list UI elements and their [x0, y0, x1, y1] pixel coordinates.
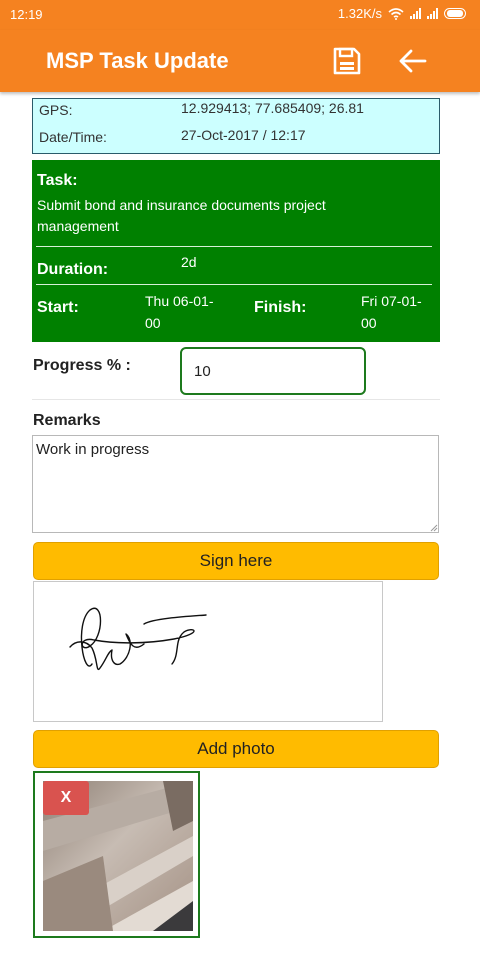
- add-photo-button[interactable]: Add photo: [33, 730, 439, 768]
- battery-icon: [444, 8, 466, 19]
- signature-stroke: [69, 607, 207, 671]
- task-divider-2: [36, 284, 432, 285]
- resize-grip-icon[interactable]: [430, 524, 438, 532]
- progress-label: Progress % :: [33, 357, 131, 374]
- datetime-label: Date/Time:: [39, 129, 107, 145]
- start-value-line1: Thu 06-01-: [145, 293, 214, 309]
- status-time: 12:19: [10, 7, 43, 22]
- task-info-panel: Task: Submit bond and insurance document…: [32, 160, 440, 342]
- task-value-line2: management: [37, 218, 119, 234]
- gps-value: 12.929413; 77.685409; 26.81: [181, 100, 364, 116]
- section-divider: [32, 399, 440, 400]
- duration-label: Duration:: [37, 261, 109, 278]
- sign-here-button[interactable]: Sign here: [33, 542, 439, 580]
- finish-label: Finish:: [254, 299, 307, 316]
- remove-photo-button[interactable]: X: [43, 781, 89, 815]
- datetime-value: 27-Oct-2017 / 12:17: [181, 127, 306, 143]
- status-bar: 12:19 1.32K/s: [0, 0, 480, 30]
- remarks-textarea[interactable]: Work in progress: [32, 435, 439, 533]
- signal-icon-2: [427, 8, 438, 19]
- duration-value: 2d: [181, 254, 197, 270]
- start-value-line2: 00: [145, 315, 161, 331]
- signature-pad[interactable]: [33, 581, 383, 722]
- gps-label: GPS:: [39, 102, 73, 118]
- arrow-left-icon[interactable]: [396, 46, 428, 76]
- app-title: MSP Task Update: [46, 48, 229, 73]
- network-speed: 1.32K/s: [337, 6, 382, 21]
- progress-input[interactable]: [180, 347, 366, 395]
- wifi-icon: [388, 7, 404, 20]
- save-icon[interactable]: [332, 46, 362, 76]
- finish-value-line2: 00: [361, 315, 377, 331]
- task-label: Task:: [37, 172, 78, 189]
- remarks-label: Remarks: [33, 412, 101, 429]
- signal-icon: [410, 8, 421, 19]
- app-bar: MSP Task Update: [0, 30, 480, 92]
- status-icons: 1.32K/s: [338, 6, 466, 21]
- photo-thumbnail-card: X: [33, 771, 200, 938]
- task-value-line1: Submit bond and insurance documents proj…: [37, 197, 326, 213]
- gps-info-panel: GPS: 12.929413; 77.685409; 26.81 Date/Ti…: [32, 98, 440, 154]
- finish-value-line1: Fri 07-01-: [361, 293, 422, 309]
- task-divider-1: [36, 246, 432, 247]
- start-label: Start:: [37, 299, 79, 316]
